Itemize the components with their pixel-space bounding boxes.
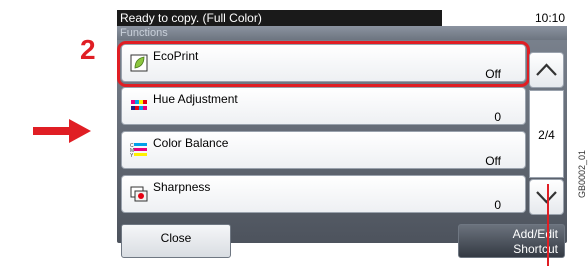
function-value: Off xyxy=(485,154,501,168)
function-value: 0 xyxy=(494,198,501,212)
section-title: Functions xyxy=(117,26,567,40)
function-sharpness-button[interactable]: Sharpness 0 xyxy=(121,175,526,213)
image-code: GB0002_01 xyxy=(577,149,587,198)
step-number: 2 xyxy=(80,34,96,65)
function-label: Hue Adjustment xyxy=(153,92,238,106)
function-label: Sharpness xyxy=(153,180,211,194)
close-button[interactable]: Close xyxy=(121,224,231,258)
shortcut-label: Shortcut xyxy=(513,242,558,256)
function-hue-adjustment-button[interactable]: Hue Adjustment 0 xyxy=(121,87,526,125)
chevron-up-icon xyxy=(536,63,557,76)
page-indicator: 2/4 xyxy=(529,90,564,178)
scroll-up-button[interactable] xyxy=(529,52,564,88)
color-balance-icon: C M Y xyxy=(130,143,147,159)
right-arrow-icon xyxy=(33,119,91,143)
ecoprint-highlight xyxy=(117,41,530,87)
function-color-balance-button[interactable]: C M Y Color Balance Off xyxy=(121,131,526,169)
sharpness-icon xyxy=(130,186,148,202)
function-value: 0 xyxy=(494,110,501,124)
clock: 10:10 xyxy=(442,10,567,26)
function-label: Color Balance xyxy=(153,136,229,150)
add-edit-label: Add/Edit xyxy=(512,227,558,241)
pointer-line xyxy=(547,184,549,266)
status-message: Ready to copy. (Full Color) xyxy=(117,10,442,26)
hue-adjustment-icon xyxy=(131,100,147,110)
